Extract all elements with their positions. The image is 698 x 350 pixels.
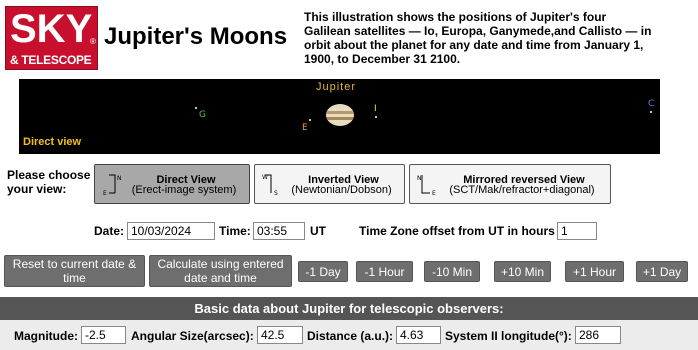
plus-1-day-button[interactable]: +1 Day [636,261,688,282]
sky-telescope-logo[interactable]: SKY ® & TELESCOPE [5,6,98,70]
inverted-view-button[interactable]: W S Inverted View (Newtonian/Dobson) [254,164,405,204]
minus-1-day-button[interactable]: -1 Day [298,261,348,282]
time-label: Time: [219,224,251,238]
inverted-view-subtitle: (Newtonian/Dobson) [291,184,392,196]
sky-view-canvas: Jupiter G E I C Direct view [19,79,660,154]
jupiter-label: Jupiter [316,81,357,93]
callisto-dot [650,111,652,113]
timezone-input[interactable] [557,222,597,240]
logo-telescope-text: & TELESCOPE [10,53,92,67]
longitude-label: System II longitude(°): [445,329,572,343]
intro-text: This illustration shows the positions of… [304,10,652,66]
time-input[interactable] [253,222,305,240]
magnitude-label: Magnitude: [14,329,78,343]
magnitude-field[interactable] [81,326,126,344]
direct-view-button[interactable]: N E Direct View (Erect-image system) [94,164,250,204]
angular-size-field[interactable] [257,326,303,344]
longitude-field[interactable] [575,326,621,344]
logo-sky-text: SKY [10,7,93,51]
mirrored-view-button[interactable]: N E Mirrored reversed View (SCT/Mak/refr… [409,164,611,204]
callisto-label: C [648,99,655,109]
angular-size-label: Angular Size(arcsec): [131,329,254,343]
view-choice-prompt: Please choose your view: [7,168,91,196]
page-title: Jupiter's Moons [104,23,288,50]
jupiter-disk [326,104,354,126]
date-input[interactable] [127,222,215,240]
plus-1-hour-button[interactable]: +1 Hour [565,261,624,282]
plus-10-min-button[interactable]: +10 Min [494,261,551,282]
io-label: I [374,104,377,114]
mirrored-view-subtitle: (SCT/Mak/refractor+diagonal) [449,184,595,196]
logo-registered-mark: ® [90,37,96,46]
ganymede-dot [195,107,197,109]
minus-1-hour-button[interactable]: -1 Hour [356,261,413,282]
reset-button[interactable]: Reset to current date & time [4,255,145,287]
basic-data-row: Magnitude: Angular Size(arcsec): Distanc… [0,320,698,350]
direct-view-subtitle: (Erect-image system) [131,184,237,196]
ut-label: UT [310,224,326,238]
date-label: Date: [94,224,125,238]
ganymede-label: G [199,110,206,120]
europa-label: E [302,123,308,133]
distance-field[interactable] [396,326,441,344]
basic-data-header: Basic data about Jupiter for telescopic … [0,297,698,320]
europa-dot [309,119,311,121]
io-dot [375,116,377,118]
view-mode-label: Direct view [23,136,82,148]
calculate-button[interactable]: Calculate using entered date and time [149,255,292,287]
minus-10-min-button[interactable]: -10 Min [424,261,480,282]
timezone-label: Time Zone offset from UT in hours [359,224,555,238]
distance-label: Distance (a.u.): [307,329,394,343]
